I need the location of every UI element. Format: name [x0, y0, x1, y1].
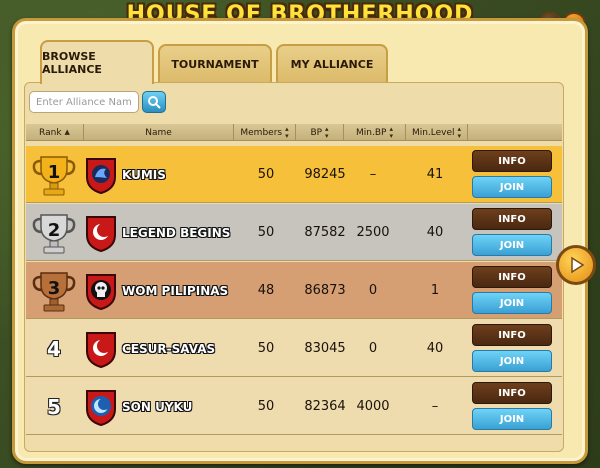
table-row: 3 WOM PILIPINAS 48 86873 0 1 INFO JOIN [26, 262, 562, 319]
skull-emblem-icon [86, 273, 116, 310]
tab-my-alliance[interactable]: My Alliance [276, 44, 388, 82]
alliance-name[interactable]: KUMIS [122, 168, 166, 182]
members-value: 50 [257, 399, 275, 414]
search-input[interactable] [29, 91, 139, 113]
min-level-value: 40 [426, 341, 444, 356]
gold-trophy-icon: 1 [31, 153, 77, 197]
members-value: 50 [257, 225, 275, 240]
column-actions [468, 124, 562, 141]
tab-tournament[interactable]: Tournament [158, 44, 272, 82]
rank-cell: 1 [26, 146, 82, 203]
sort-icon: ▴ ▾ [285, 124, 289, 140]
rank-number: 5 [47, 394, 61, 419]
rank-cell: 2 [26, 204, 82, 261]
info-button[interactable]: INFO [472, 324, 552, 346]
join-button[interactable]: JOIN [472, 408, 552, 430]
alliance-name-cell: KUMIS [84, 146, 234, 203]
table-row: 5 SON UYKU 50 82364 4000 – INFO JOIN [26, 378, 562, 435]
column-name[interactable]: Name [84, 124, 234, 141]
dragon-emblem-icon [86, 157, 116, 194]
crescent-emblem-icon [86, 331, 116, 368]
next-page-button[interactable] [556, 245, 596, 285]
alliance-name-cell: CESUR-SAVAS [84, 320, 234, 377]
sort-icon: ▴ ▾ [457, 124, 462, 140]
min-level-value: – [431, 399, 439, 414]
sort-icon: ▴ ▾ [389, 124, 393, 140]
rank-number: 4 [47, 336, 61, 361]
search-button[interactable] [142, 91, 166, 113]
column-min-bp[interactable]: Min.BP ▴ ▾ [344, 124, 406, 141]
alliance-name-cell: LEGEND BEGINS [84, 204, 234, 261]
table-row: 1 KUMIS 50 98245 – 41 INFO JOIN [26, 146, 562, 203]
table-row: 4 CESUR-SAVAS 50 83045 0 40 INFO JOIN [26, 320, 562, 377]
alliance-name-cell: WOM PILIPINAS [84, 262, 234, 319]
alliance-name[interactable]: WOM PILIPINAS [122, 284, 228, 298]
silver-trophy-icon: 2 [31, 211, 77, 255]
info-button[interactable]: INFO [472, 208, 552, 230]
rank-cell: 4 [26, 320, 82, 377]
table-header: Rank ▲ Name Members ▴ ▾ BP ▴ ▾ Min.BP ▴ ▾ Min.L… [26, 124, 562, 141]
members-value: 50 [257, 341, 275, 356]
info-button[interactable]: INFO [472, 150, 552, 172]
join-button[interactable]: JOIN [472, 292, 552, 314]
column-rank[interactable]: Rank ▲ [26, 124, 84, 141]
info-button[interactable]: INFO [472, 266, 552, 288]
info-button[interactable]: INFO [472, 382, 552, 404]
column-members[interactable]: Members ▴ ▾ [234, 124, 296, 141]
crescent-emblem-icon [86, 215, 116, 252]
min-level-value: 1 [430, 283, 440, 298]
min-bp-value: 2500 [356, 225, 390, 240]
members-value: 48 [257, 283, 275, 298]
min-level-value: 41 [426, 167, 444, 182]
bronze-trophy-icon: 3 [31, 269, 77, 313]
min-bp-value: 4000 [356, 399, 390, 414]
min-bp-value: 0 [368, 283, 378, 298]
join-button[interactable]: JOIN [472, 350, 552, 372]
min-level-value: 40 [426, 225, 444, 240]
play-arrow-icon [571, 256, 585, 274]
members-value: 50 [257, 167, 275, 182]
join-button[interactable]: JOIN [472, 234, 552, 256]
alliance-name-cell: SON UYKU [84, 378, 234, 435]
min-bp-value: 0 [368, 341, 378, 356]
table-row: 2 LEGEND BEGINS 50 87582 2500 40 INFO JO… [26, 204, 562, 261]
sort-up-icon: ▲ [64, 128, 70, 136]
alliance-name[interactable]: LEGEND BEGINS [122, 226, 230, 240]
alliance-name[interactable]: SON UYKU [122, 400, 192, 414]
alliance-name[interactable]: CESUR-SAVAS [122, 342, 215, 356]
column-min-level[interactable]: Min.Level ▴ ▾ [406, 124, 468, 141]
rank-cell: 3 [26, 262, 82, 319]
search-icon [148, 96, 161, 109]
join-button[interactable]: JOIN [472, 176, 552, 198]
tab-browse-alliance[interactable]: Browse Alliance [40, 40, 154, 84]
min-bp-value: – [369, 167, 377, 182]
sort-icon: ▴ ▾ [325, 124, 329, 140]
rank-cell: 5 [26, 378, 82, 435]
column-bp[interactable]: BP ▴ ▾ [296, 124, 344, 141]
blue-crescent-emblem-icon [86, 389, 116, 426]
